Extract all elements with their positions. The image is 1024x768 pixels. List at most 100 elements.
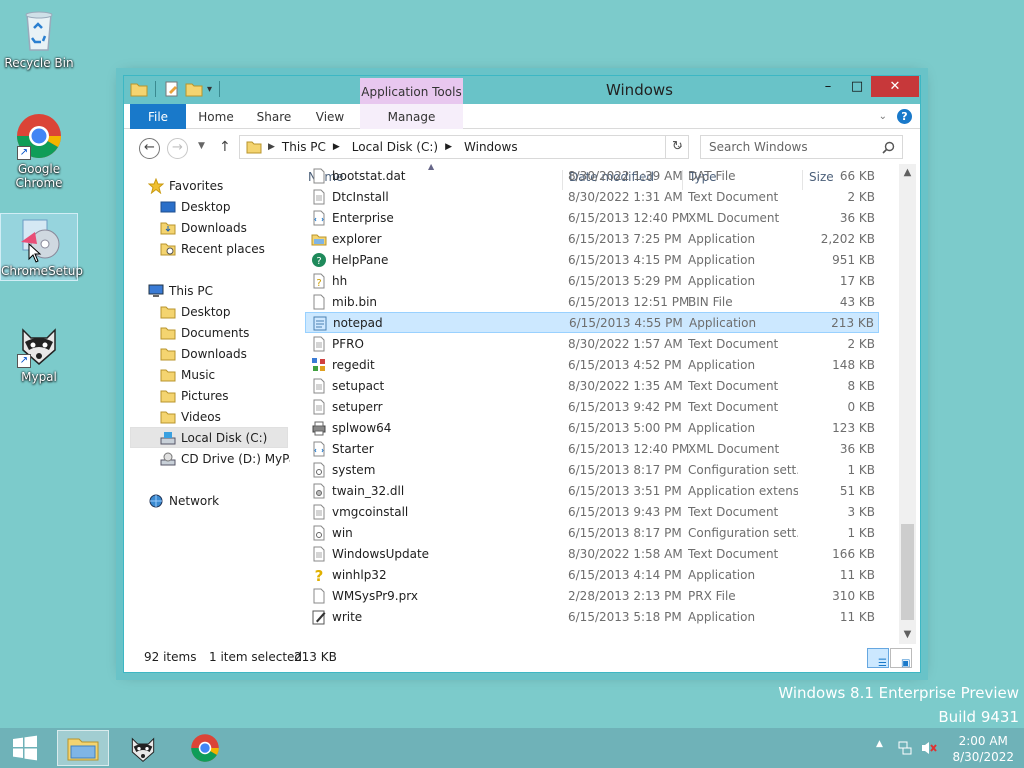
file-row[interactable]: win 6/15/2013 8:17 PM Configuration sett..… [305, 522, 879, 543]
up-button[interactable]: ↑ [219, 139, 231, 155]
file-name: write [332, 609, 363, 624]
breadcrumb-separator-icon[interactable]: ▶ [333, 142, 340, 152]
search-input[interactable]: Search Windows [700, 135, 903, 159]
chrome-icon: ↗ [15, 112, 63, 160]
regedit-icon [312, 357, 325, 371]
documents-folder-icon [160, 327, 176, 339]
file-name: winhlp32 [332, 567, 387, 582]
tab-manage[interactable]: Manage [360, 104, 463, 129]
file-type: Application [688, 231, 756, 246]
minimize-button[interactable]: – [814, 76, 842, 97]
breadcrumb-local-disk[interactable]: Local Disk (C:) ▶ [352, 140, 452, 154]
shortcut-arrow-icon: ↗ [17, 146, 31, 160]
volume-muted-icon[interactable] [920, 740, 938, 756]
breadcrumb-windows[interactable]: Windows [464, 140, 518, 154]
desktop-icon-mypal[interactable]: ↗ Mypal [1, 320, 77, 384]
file-row[interactable]: explorer 6/15/2013 7:25 PM Application 2,20… [305, 228, 879, 249]
file-size: 0 KB [847, 399, 875, 414]
file-name: twain_32.dll [332, 483, 405, 498]
file-name: vmgcoinstall [332, 504, 409, 519]
downloads-folder-icon [160, 222, 176, 234]
taskbar-file-explorer[interactable] [57, 730, 109, 766]
scroll-down-arrow-icon[interactable]: ▼ [899, 626, 916, 643]
file-date-modified: 6/15/2013 4:55 PM [569, 315, 683, 330]
file-name: bootstat.dat [332, 168, 406, 183]
network-tray-icon[interactable] [897, 740, 913, 756]
file-row[interactable]: bootstat.dat 8/30/2022 1:39 AM DAT File 66 … [305, 165, 879, 186]
address-bar[interactable]: ▶ This PC ▶ Local Disk (C:) ▶ Windows ⌄ [239, 135, 689, 159]
breadcrumb-this-pc[interactable]: This PC ▶ [282, 140, 340, 154]
file-row[interactable]: system 6/15/2013 8:17 PM Configuration set… [305, 459, 879, 480]
nav-label: Favorites [169, 178, 224, 193]
file-row[interactable]: Starter 6/15/2013 12:40 PM XML Document 36 … [305, 438, 879, 459]
nav-pc-local-disk[interactable]: Local Disk (C:) [130, 427, 288, 448]
system-clock[interactable]: 2:00 AM 8/30/2022 [952, 733, 1014, 765]
recent-locations-chevron-icon[interactable]: ▼ [198, 141, 205, 151]
file-row[interactable]: DtcInstall 8/30/2022 1:31 AM Text Document… [305, 186, 879, 207]
file-date-modified: 8/30/2022 1:31 AM [568, 189, 683, 204]
file-row[interactable]: setupact 8/30/2022 1:35 AM Text Document 8 … [305, 375, 879, 396]
details-view-button[interactable]: ☰ [867, 648, 889, 669]
tab-file[interactable]: File [130, 104, 186, 129]
desktop-icon [160, 201, 176, 212]
window-title: Windows [606, 81, 673, 99]
file-row[interactable]: WMSysPr9.prx 2/28/2013 2:13 PM PRX File 310… [305, 585, 879, 606]
back-button[interactable]: ← [139, 138, 160, 159]
clock-date: 8/30/2022 [952, 750, 1014, 764]
file-row[interactable]: WindowsUpdate 8/30/2022 1:58 AM Text Docum… [305, 543, 879, 564]
nav-label: Documents [181, 325, 250, 340]
file-date-modified: 8/30/2022 1:58 AM [568, 546, 683, 561]
svg-text:?: ? [316, 256, 321, 267]
help-icon[interactable]: ? [897, 109, 912, 124]
file-row[interactable]: Enterprise 6/15/2013 12:40 PM XML Document… [305, 207, 879, 228]
vertical-scrollbar[interactable]: ▲ ▼ [899, 164, 916, 644]
scroll-up-arrow-icon[interactable]: ▲ [899, 164, 916, 181]
file-size: 66 KB [839, 168, 875, 183]
file-row[interactable]: twain_32.dll 6/15/2013 3:51 PM Application… [305, 480, 879, 501]
taskbar-mypal[interactable] [117, 730, 169, 766]
file-row[interactable]: write 6/15/2013 5:18 PM Application 11 KB [305, 606, 879, 627]
nav-this-pc[interactable]: This PC [148, 280, 314, 301]
maximize-button[interactable]: □ [843, 76, 871, 97]
file-row[interactable]: vmgcoinstall 6/15/2013 9:43 PM Text Docume… [305, 501, 879, 522]
file-row[interactable]: splwow64 6/15/2013 5:00 PM Application 123 … [305, 417, 879, 438]
tab-share[interactable]: Share [246, 104, 302, 129]
taskbar-chrome[interactable] [179, 730, 231, 766]
file-row[interactable]: ? hh 6/15/2013 5:29 PM Application 17 KB [305, 270, 879, 291]
file-list[interactable]: ▲ Name Date modified Type Size bootstat.… [302, 164, 912, 644]
file-row[interactable]: mib.bin 6/15/2013 12:51 PM BIN File 43 KB [305, 291, 879, 312]
nav-pc-cd-drive[interactable]: CD Drive (D:) MyPal [160, 448, 290, 469]
nav-network[interactable]: Network [148, 490, 314, 511]
desktop-icon-google-chrome[interactable]: ↗ Google Chrome [1, 112, 77, 190]
show-hidden-icons-button[interactable]: ▲ [876, 739, 883, 749]
forward-button[interactable]: → [167, 138, 188, 159]
file-type: Application [688, 357, 756, 372]
file-date-modified: 6/15/2013 5:00 PM [568, 420, 682, 435]
file-row[interactable]: notepad 6/15/2013 4:55 PM Application 213 K… [305, 312, 879, 333]
file-row[interactable]: PFRO 8/30/2022 1:57 AM Text Document 2 KB [305, 333, 879, 354]
file-size: 310 KB [832, 588, 875, 603]
refresh-button[interactable]: ↻ [665, 135, 689, 159]
navigation-pane: Favorites Desktop Downloads Recent place… [124, 172, 290, 632]
title-bar[interactable]: ▾ Application Tools Windows – □ ✕ [124, 76, 920, 104]
file-name: WindowsUpdate [332, 546, 430, 561]
file-row[interactable]: ? winhlp32 6/15/2013 4:14 PM Application 11 … [305, 564, 879, 585]
file-row[interactable]: regedit 6/15/2013 4:52 PM Application 148 K… [305, 354, 879, 375]
file-size: 17 KB [839, 273, 875, 288]
close-button[interactable]: ✕ [871, 76, 919, 97]
large-icons-view-button[interactable]: ▣ [890, 648, 912, 669]
file-row[interactable]: setuperr 6/15/2013 9:42 PM Text Document 0 … [305, 396, 879, 417]
pictures-folder-icon [160, 390, 176, 402]
file-row[interactable]: ? HelpPane 6/15/2013 4:15 PM Application 951… [305, 249, 879, 270]
search-icon[interactable] [882, 141, 895, 154]
desktop-icon-recycle-bin[interactable]: Recycle Bin [1, 6, 77, 70]
explorer-window[interactable]: ▾ Application Tools Windows – □ ✕ File H… [123, 75, 921, 673]
scrollbar-thumb[interactable] [901, 524, 914, 620]
tab-view[interactable]: View [302, 104, 358, 129]
breadcrumb-separator-icon[interactable]: ▶ [445, 142, 452, 152]
breadcrumb-separator-icon[interactable]: ▶ [268, 142, 275, 152]
tab-home[interactable]: Home [188, 104, 244, 129]
nav-favorites[interactable]: Favorites [148, 175, 314, 196]
start-button[interactable] [0, 730, 50, 766]
expand-ribbon-icon[interactable]: ⌄ [879, 111, 887, 122]
